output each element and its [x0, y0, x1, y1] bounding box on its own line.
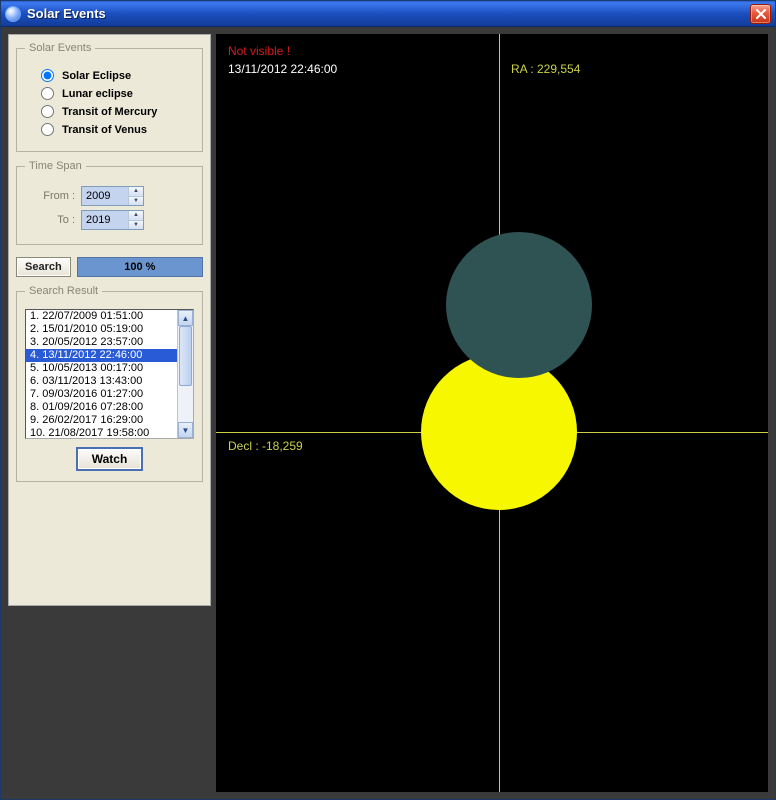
watch-button[interactable]: Watch: [76, 447, 144, 471]
radio-solar-eclipse-label: Solar Eclipse: [62, 70, 131, 82]
search-button[interactable]: Search: [16, 257, 71, 277]
to-label: To :: [27, 214, 81, 226]
time-span-group: Time Span From : ▲ ▼ To :: [16, 160, 203, 245]
search-result-group: Search Result 1. 22/07/2009 01:51:002. 1…: [16, 285, 203, 482]
to-input[interactable]: [82, 211, 128, 229]
window: Solar Events Solar Events Solar Eclipse …: [0, 0, 776, 800]
from-spinner[interactable]: ▲ ▼: [81, 186, 144, 206]
results-list[interactable]: 1. 22/07/2009 01:51:002. 15/01/2010 05:1…: [25, 309, 194, 439]
sun-disc: [421, 354, 577, 510]
radio-lunar-eclipse-label: Lunar eclipse: [62, 88, 133, 100]
to-spin-down[interactable]: ▼: [129, 221, 143, 230]
client-area: Solar Events Solar Eclipse Lunar eclipse…: [1, 27, 775, 799]
window-title: Solar Events: [27, 6, 750, 21]
radio-solar-eclipse[interactable]: Solar Eclipse: [29, 69, 190, 82]
to-row: To : ▲ ▼: [27, 210, 192, 230]
solar-events-group: Solar Events Solar Eclipse Lunar eclipse…: [16, 42, 203, 152]
close-icon: [756, 9, 766, 19]
radio-transit-mercury[interactable]: Transit of Mercury: [29, 105, 190, 118]
to-spin-up[interactable]: ▲: [129, 211, 143, 221]
to-spinner[interactable]: ▲ ▼: [81, 210, 144, 230]
search-result-legend: Search Result: [25, 285, 102, 297]
titlebar[interactable]: Solar Events: [1, 1, 775, 27]
radio-transit-venus[interactable]: Transit of Venus: [29, 123, 190, 136]
progress-bar: 100 %: [77, 257, 203, 277]
decl-label: Decl : -18,259: [228, 439, 303, 453]
from-spin-buttons[interactable]: ▲ ▼: [128, 187, 143, 205]
radio-transit-mercury-input[interactable]: [41, 105, 54, 118]
scroll-thumb[interactable]: [179, 326, 192, 386]
ra-label: RA : 229,554: [511, 62, 580, 76]
radio-transit-venus-label: Transit of Venus: [62, 124, 147, 136]
viewport[interactable]: Not visible ! 13/11/2012 22:46:00 RA : 2…: [216, 34, 768, 792]
from-input[interactable]: [82, 187, 128, 205]
result-row[interactable]: 6. 03/11/2013 13:43:00: [26, 375, 193, 388]
scroll-down-button[interactable]: ▼: [178, 422, 193, 438]
result-row[interactable]: 1. 22/07/2009 01:51:00: [26, 310, 193, 323]
close-button[interactable]: [750, 4, 771, 24]
result-row[interactable]: 8. 01/09/2016 07:28:00: [26, 401, 193, 414]
app-icon: [5, 6, 21, 22]
datetime-label: 13/11/2012 22:46:00: [228, 62, 337, 76]
result-row[interactable]: 3. 20/05/2012 23:57:00: [26, 336, 193, 349]
scroll-track[interactable]: [178, 326, 193, 422]
result-row[interactable]: 7. 09/03/2016 01:27:00: [26, 388, 193, 401]
result-row[interactable]: 4. 13/11/2012 22:46:00: [26, 349, 193, 362]
moon-disc: [446, 232, 592, 378]
result-row[interactable]: 5. 10/05/2013 00:17:00: [26, 362, 193, 375]
from-spin-up[interactable]: ▲: [129, 187, 143, 197]
result-row[interactable]: 10. 21/08/2017 19:58:00: [26, 427, 193, 439]
scroll-up-button[interactable]: ▲: [178, 310, 193, 326]
to-spin-buttons[interactable]: ▲ ▼: [128, 211, 143, 229]
radio-lunar-eclipse-input[interactable]: [41, 87, 54, 100]
result-row[interactable]: 2. 15/01/2010 05:19:00: [26, 323, 193, 336]
from-label: From :: [27, 190, 81, 202]
visibility-status: Not visible !: [228, 44, 290, 58]
radio-transit-venus-input[interactable]: [41, 123, 54, 136]
from-row: From : ▲ ▼: [27, 186, 192, 206]
radio-solar-eclipse-input[interactable]: [41, 69, 54, 82]
sidebar: Solar Events Solar Eclipse Lunar eclipse…: [8, 34, 211, 606]
radio-transit-mercury-label: Transit of Mercury: [62, 106, 157, 118]
radio-lunar-eclipse[interactable]: Lunar eclipse: [29, 87, 190, 100]
search-row: Search 100 %: [16, 257, 203, 277]
result-row[interactable]: 9. 26/02/2017 16:29:00: [26, 414, 193, 427]
solar-events-legend: Solar Events: [25, 42, 95, 54]
from-spin-down[interactable]: ▼: [129, 197, 143, 206]
results-scrollbar[interactable]: ▲ ▼: [177, 310, 193, 438]
time-span-legend: Time Span: [25, 160, 86, 172]
